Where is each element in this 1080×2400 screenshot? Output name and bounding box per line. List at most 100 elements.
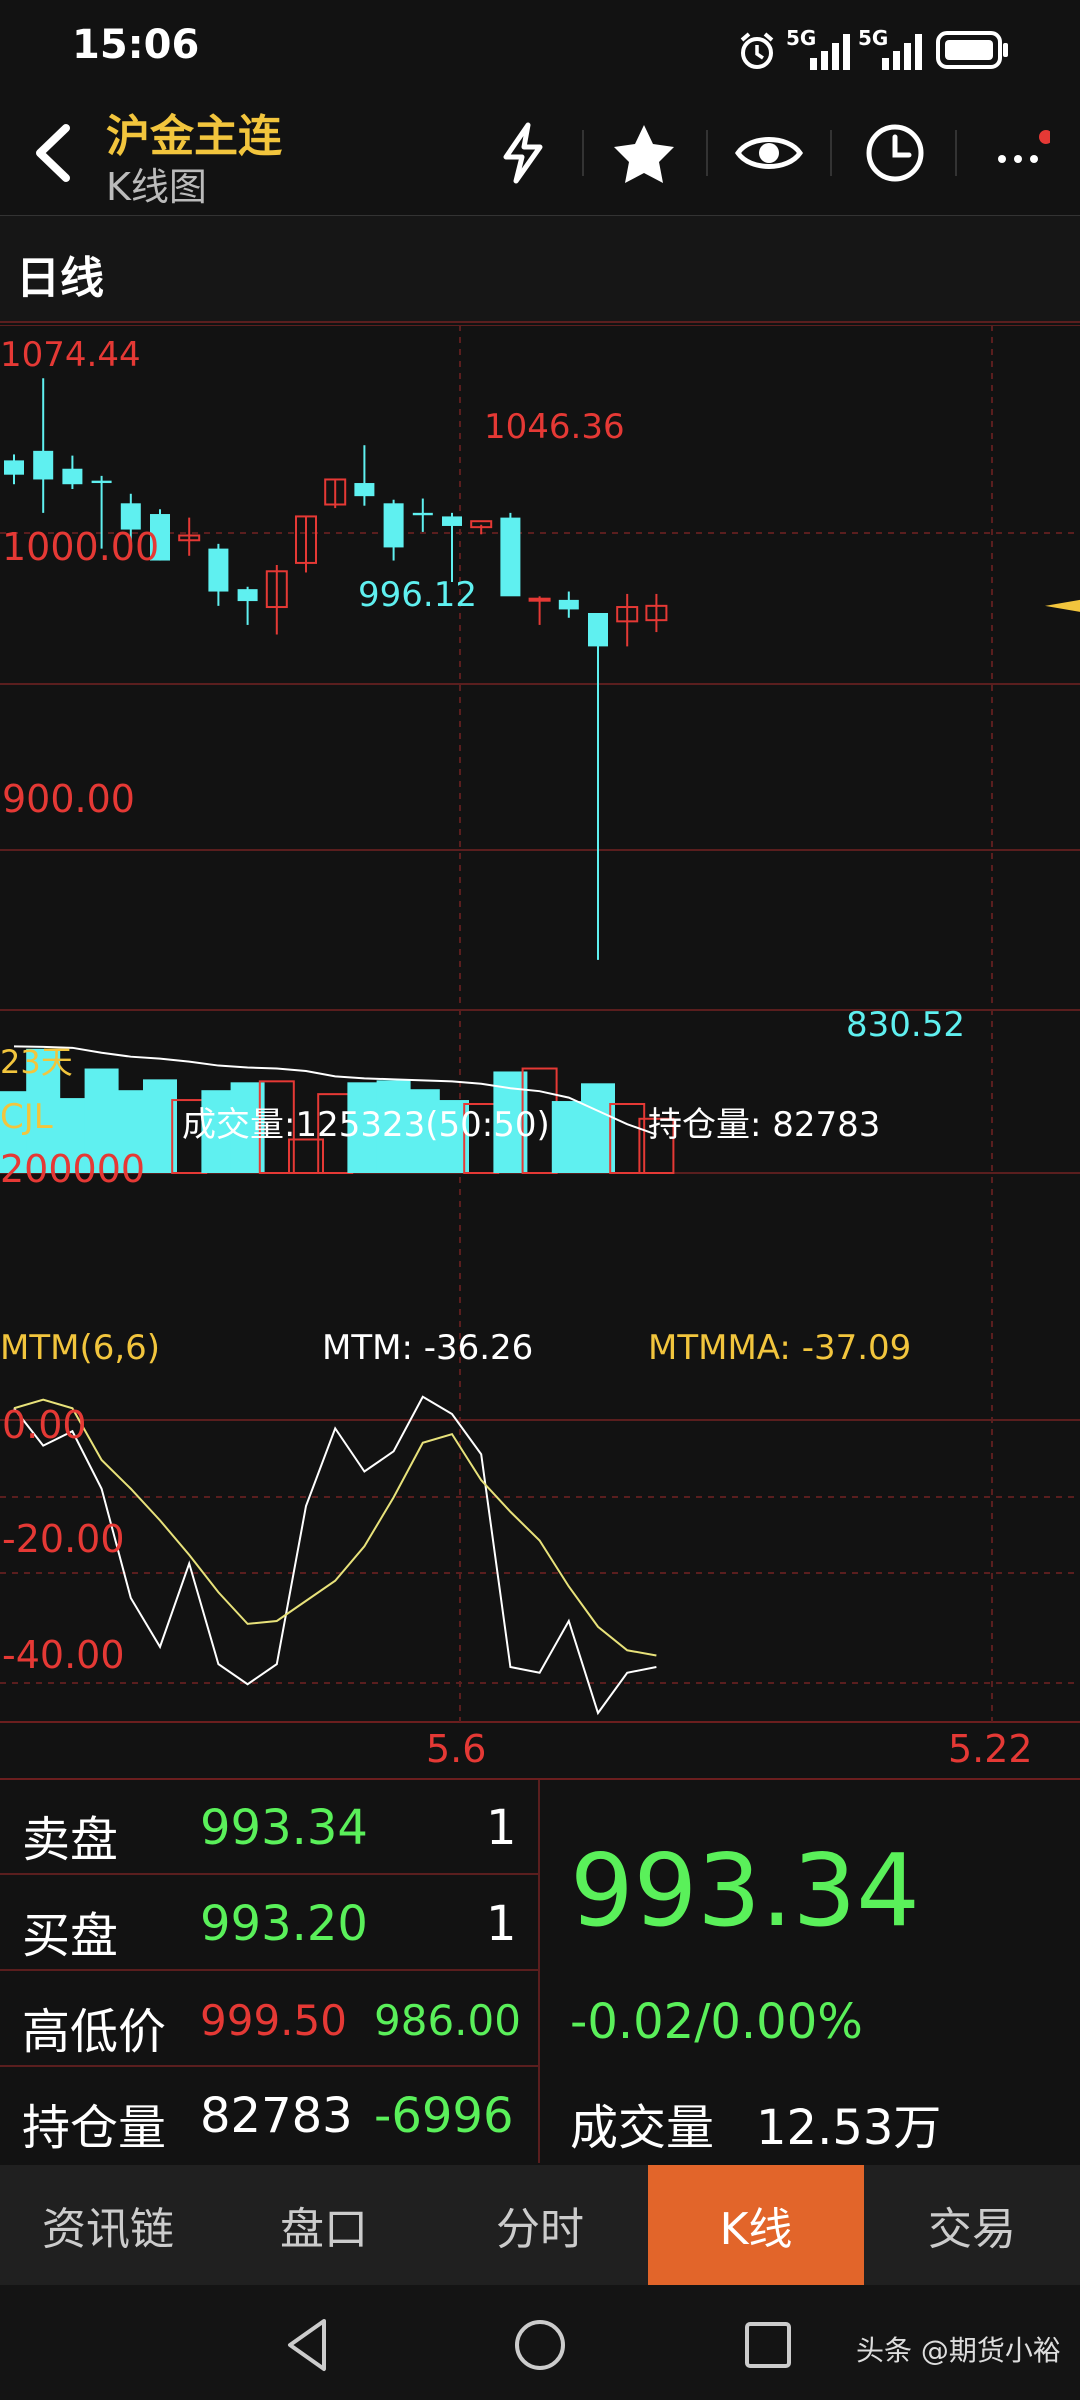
header-divider — [830, 130, 832, 176]
sell-price: 993.34 — [200, 1800, 368, 1856]
sell-label: 卖盘 — [22, 1812, 119, 1868]
buy-qty: 1 — [486, 1896, 517, 1952]
alarm-icon — [736, 30, 778, 72]
period-selector[interactable]: 日线 — [0, 215, 1080, 323]
battery-icon — [936, 30, 1010, 70]
candle-body — [208, 548, 229, 592]
chart-canvas[interactable] — [0, 325, 1080, 1775]
back-arrow-icon — [36, 124, 70, 182]
buy-row: 买盘 993.20 1 — [0, 1876, 540, 1971]
favorite-button[interactable] — [609, 118, 679, 188]
back-button[interactable] — [20, 118, 90, 188]
circle-home-icon — [515, 2320, 565, 2370]
low-price: 986.00 — [374, 1996, 521, 2045]
peak-price-annotation: 1046.36 — [484, 407, 625, 447]
lowest-price-annotation: 830.52 — [846, 1005, 965, 1045]
price-axis-label-1000: 1000.00 — [2, 525, 160, 569]
star-icon — [614, 125, 674, 183]
header-divider — [955, 130, 957, 176]
more-icon — [998, 130, 1050, 163]
header-divider — [582, 130, 584, 176]
history-button[interactable] — [860, 118, 930, 188]
x-axis-label-start: 5.6 — [426, 1727, 487, 1771]
candle-body — [237, 589, 258, 602]
price-axis-label-900: 900.00 — [2, 777, 135, 821]
candle-body — [470, 520, 493, 529]
eye-icon — [735, 137, 803, 169]
volume-indicator-name[interactable]: CJL — [0, 1097, 53, 1137]
nav-home-button[interactable] — [510, 2315, 570, 2375]
bottom-tab-bar: 资讯链 盘口 分时 K线 交易 — [0, 2165, 1080, 2285]
sell-qty: 1 — [486, 1800, 517, 1856]
last-price: 993.34 — [570, 1832, 920, 1949]
signal-5g-icon: 5G — [786, 26, 856, 72]
nav-recents-button[interactable] — [738, 2315, 798, 2375]
status-bar: 15:06 5G 5G — [0, 0, 1080, 100]
tab-news-chain[interactable]: 资讯链 — [0, 2165, 216, 2285]
nav-back-button[interactable] — [280, 2315, 340, 2375]
current-price-marker — [1045, 599, 1080, 612]
open-interest-label: 持仓量: 82783 — [648, 1105, 881, 1145]
triangle-back-icon — [288, 2319, 326, 2371]
square-recents-icon — [745, 2322, 791, 2368]
lightning-button[interactable] — [488, 118, 558, 188]
candle-body — [412, 512, 433, 516]
clock-icon — [866, 124, 924, 182]
buy-label: 买盘 — [22, 1908, 119, 1964]
mtm-value-label: MTM: -36.26 — [322, 1328, 534, 1368]
volume-value-label: 成交量:125323(50:50) — [182, 1105, 550, 1145]
candle-body — [33, 450, 54, 480]
buy-price: 993.20 — [200, 1896, 368, 1952]
tab-trade[interactable]: 交易 — [864, 2165, 1080, 2285]
candle-body — [500, 517, 521, 597]
price-change: -0.02/0.00% — [570, 1994, 863, 2050]
volume-title: 成交量 — [570, 2100, 715, 2156]
candle-body — [4, 460, 24, 475]
candle-body — [62, 468, 83, 485]
open-interest-row: 持仓量 82783 -6996 — [0, 2068, 540, 2163]
candle-body — [558, 599, 579, 610]
volume-axis-label: 200000 — [0, 1147, 146, 1191]
tab-order-book[interactable]: 盘口 — [216, 2165, 432, 2285]
open-interest-value: 82783 — [200, 2088, 353, 2144]
high-price: 999.50 — [200, 1996, 347, 2045]
volume-value: 12.53万 — [756, 2100, 942, 2156]
watermark: 头条 @期货小裕 — [856, 2334, 1061, 2367]
mtm-axis-label-20: -20.00 — [2, 1517, 125, 1561]
candle-body — [588, 613, 608, 647]
mtm-axis-label-40: -40.00 — [2, 1633, 125, 1677]
mtm-indicator-name[interactable]: MTM(6,6) — [0, 1328, 160, 1368]
candle-body — [91, 480, 112, 484]
low-price-annotation: 996.12 — [358, 575, 477, 615]
x-axis-label-end: 5.22 — [948, 1727, 1033, 1771]
candle-body — [528, 597, 551, 602]
high-low-label: 高低价 — [22, 2004, 167, 2060]
open-interest-title: 持仓量 — [22, 2100, 167, 2156]
app-header: 沪金主连 K线图 — [0, 100, 1080, 210]
more-button[interactable] — [985, 118, 1055, 188]
status-time: 15:06 — [72, 22, 200, 68]
candle-body — [442, 516, 462, 526]
quote-panel: 卖盘 993.34 1 买盘 993.20 1 高低价 999.50 986.0… — [0, 1778, 1080, 2163]
lightning-icon — [503, 122, 543, 184]
mtm-axis-label-0: 0.00 — [2, 1403, 87, 1447]
chart-area[interactable]: 1000.00 900.00 1074.44 1046.36 996.12 83… — [0, 325, 1080, 1775]
quote-divider — [538, 1780, 540, 2163]
period-label: 日线 — [16, 253, 104, 304]
signal-5g-icon-2: 5G — [858, 26, 928, 72]
tab-intraday[interactable]: 分时 — [432, 2165, 648, 2285]
high-price-annotation: 1074.44 — [0, 335, 141, 375]
volume-bar — [551, 1101, 586, 1173]
system-nav-bar: 头条 @期货小裕 — [0, 2285, 1080, 2400]
header-divider — [706, 130, 708, 176]
days-label: 23天 — [0, 1043, 73, 1081]
mtmma-value-label: MTMMA: -37.09 — [648, 1328, 912, 1368]
high-low-row: 高低价 999.50 986.00 — [0, 1972, 540, 2067]
open-interest-change: -6996 — [374, 2088, 514, 2144]
page-title: 沪金主连 — [106, 111, 282, 162]
tab-kline[interactable]: K线 — [648, 2165, 864, 2285]
candle-body — [354, 483, 375, 497]
page-subtitle: K线图 — [106, 165, 207, 209]
watch-button[interactable] — [734, 118, 804, 188]
sell-row: 卖盘 993.34 1 — [0, 1780, 540, 1875]
